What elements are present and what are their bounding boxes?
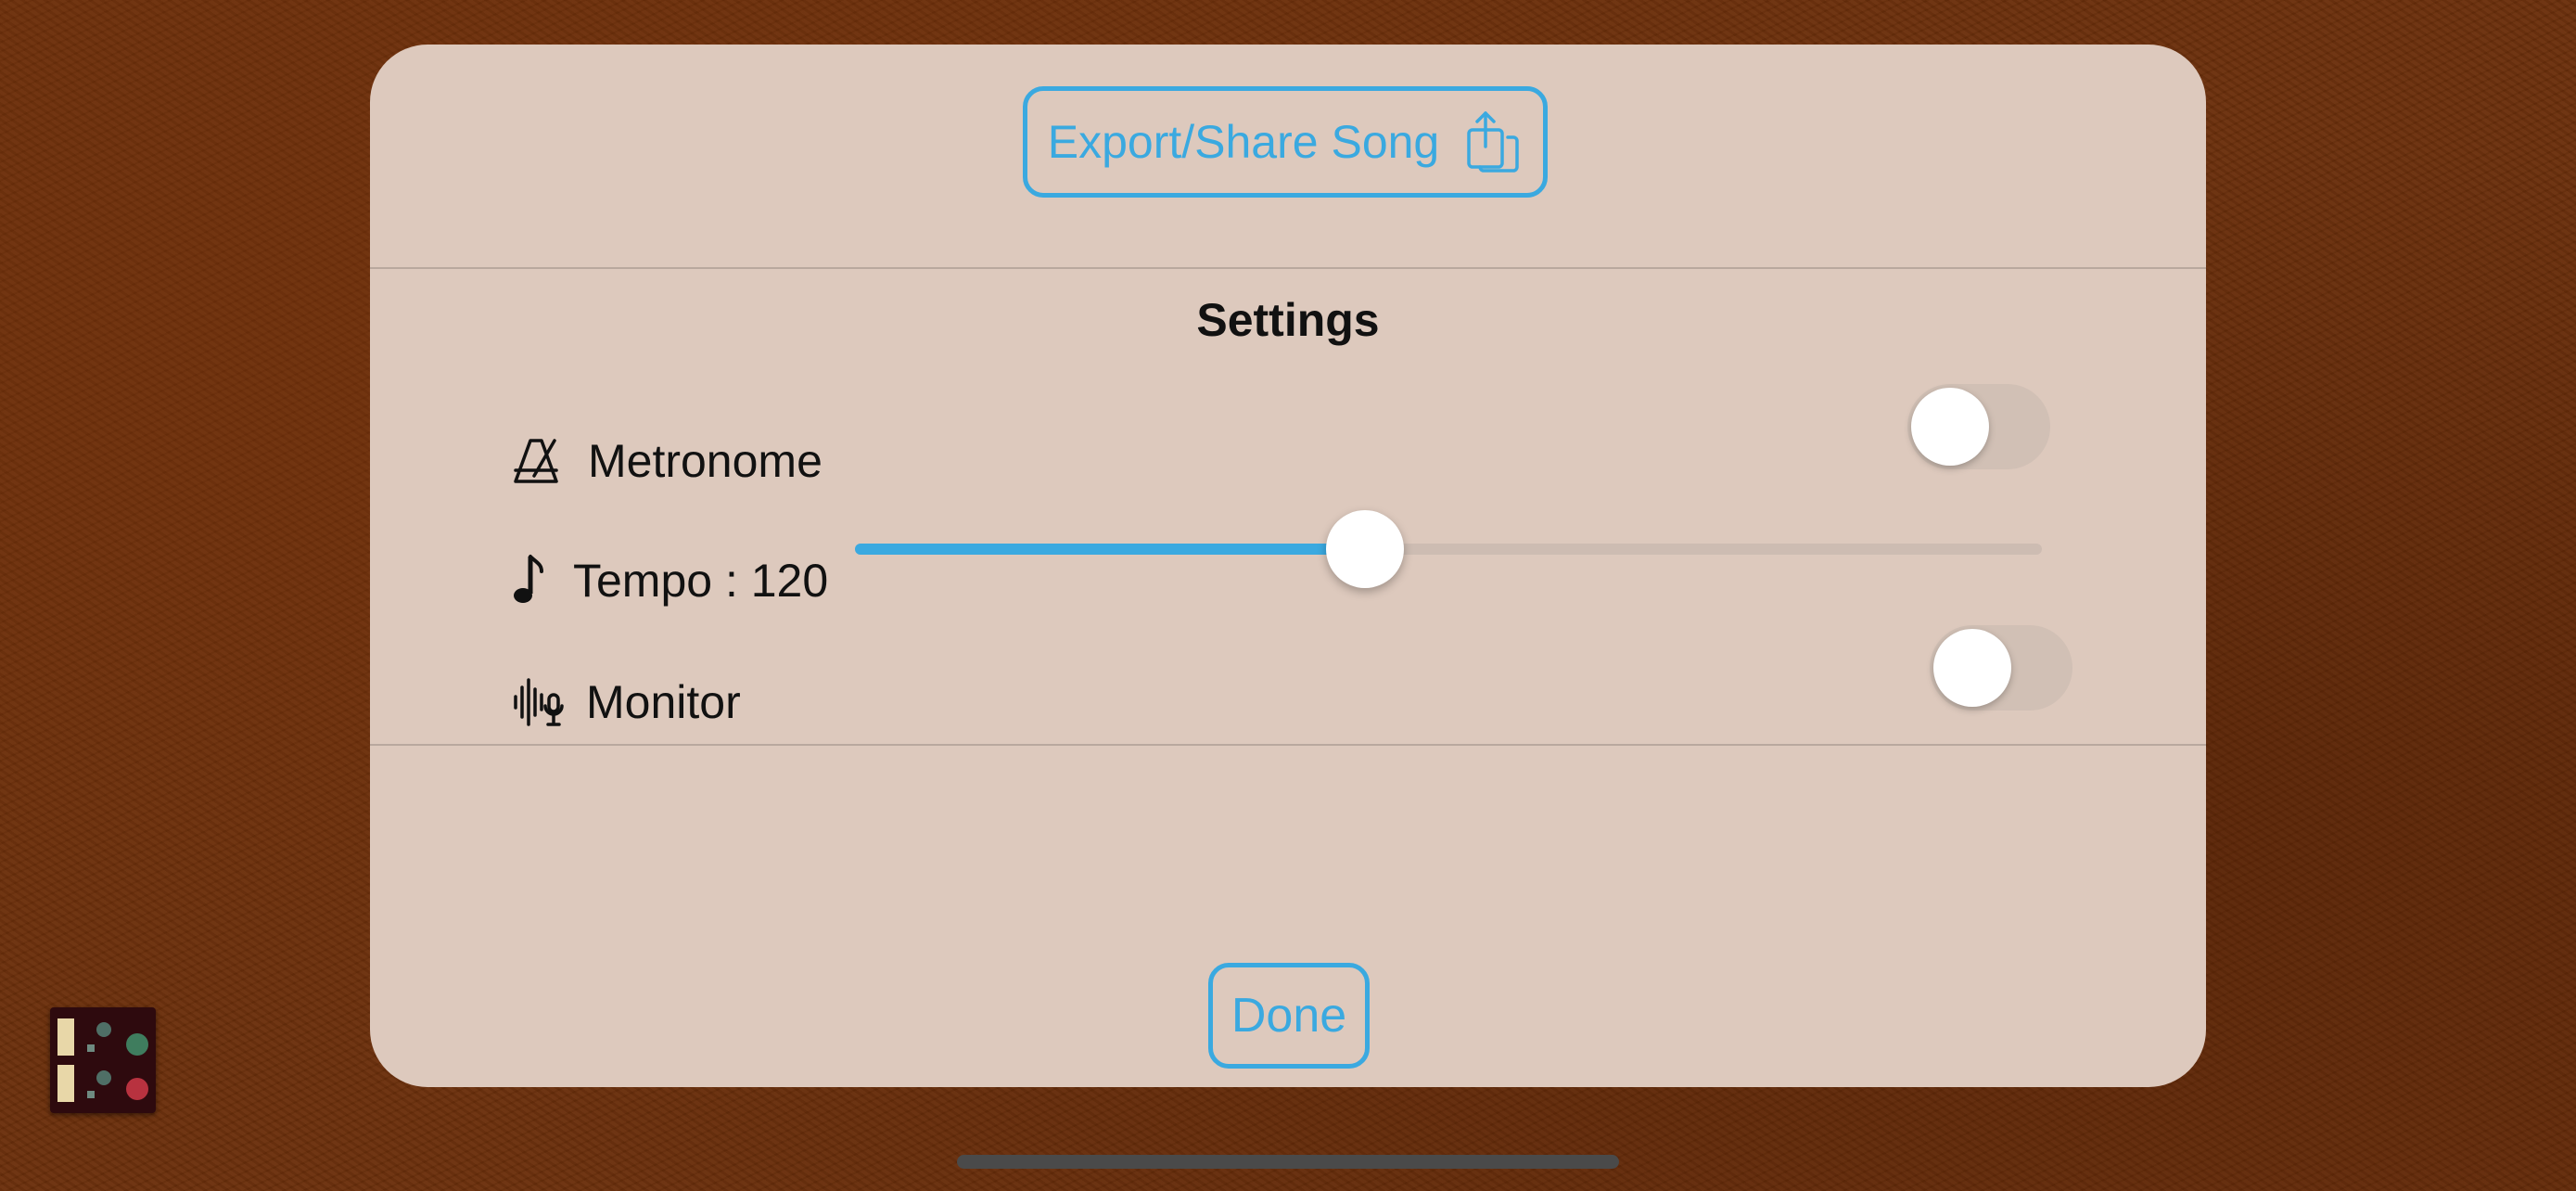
- monitor-row: Monitor: [512, 675, 741, 729]
- divider-bottom: [370, 744, 2206, 746]
- settings-sheet: Export/Share Song Settings Metronome Tem…: [370, 45, 2206, 1087]
- export-share-song-button[interactable]: Export/Share Song: [1023, 86, 1548, 198]
- share-icon: [1467, 111, 1519, 173]
- app-thumbnail[interactable]: [50, 1007, 156, 1113]
- tempo-slider[interactable]: [855, 510, 2042, 588]
- tempo-slider-fill: [855, 544, 1365, 555]
- monitor-toggle[interactable]: [1930, 625, 2072, 711]
- metronome-row: Metronome: [512, 434, 823, 488]
- waveform-mic-icon: [512, 676, 566, 728]
- divider-top: [370, 267, 2206, 269]
- metronome-toggle-knob: [1911, 388, 1989, 466]
- tempo-label: Tempo : 120: [573, 555, 829, 607]
- monitor-toggle-knob: [1933, 629, 2011, 707]
- tempo-row: Tempo : 120: [512, 553, 828, 608]
- export-button-label: Export/Share Song: [1047, 116, 1440, 168]
- metronome-toggle[interactable]: [1907, 384, 2050, 469]
- tempo-slider-thumb[interactable]: [1326, 510, 1404, 588]
- home-indicator[interactable]: [957, 1155, 1619, 1169]
- metronome-icon: [512, 435, 562, 487]
- music-note-icon: [512, 553, 545, 608]
- metronome-label: Metronome: [588, 435, 823, 487]
- done-button-label: Done: [1231, 989, 1347, 1043]
- done-button[interactable]: Done: [1208, 963, 1370, 1069]
- settings-title: Settings: [1196, 294, 1380, 346]
- monitor-label: Monitor: [586, 676, 741, 728]
